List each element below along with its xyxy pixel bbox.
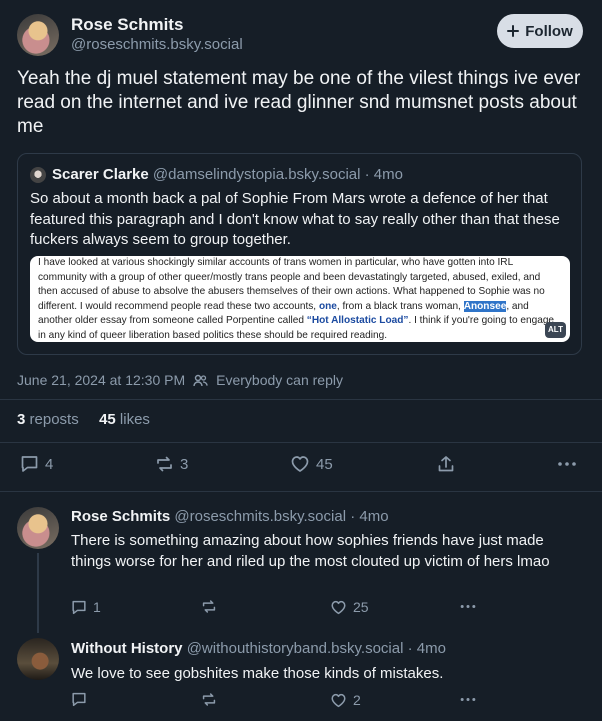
more-icon <box>558 462 576 466</box>
reply-button[interactable]: 1 <box>71 599 101 615</box>
repost-icon <box>202 600 216 613</box>
likes-label[interactable]: likes <box>120 411 150 428</box>
like-button[interactable]: 2 <box>330 692 361 708</box>
quote-image-link: “Hot Allostatic Load” <box>306 315 409 326</box>
quote-image-text: . I think if you're going to engage <box>408 315 555 326</box>
share-icon <box>438 456 454 472</box>
reply-text: We love to see gobshites make those kind… <box>71 665 444 682</box>
more-button[interactable] <box>459 599 477 614</box>
quote-author-handle: @damselindystopia.bsky.social <box>152 166 361 183</box>
like-button[interactable]: 25 <box>330 599 369 615</box>
reply-author-handle[interactable]: @roseschmits.bsky.social <box>174 508 346 525</box>
reply-time[interactable]: · 4mo <box>408 640 446 657</box>
quote-image-line: another older essay from someone called … <box>38 314 562 329</box>
quote-time: · 4mo <box>364 166 403 183</box>
repost-icon <box>157 456 172 472</box>
repost-button[interactable] <box>201 692 223 707</box>
like-count: 25 <box>353 599 369 615</box>
quote-image-line: community with a group of other queer/mo… <box>38 271 541 283</box>
people-icon <box>193 374 208 386</box>
quote-image-line: in any kind of queer liberation based po… <box>38 329 388 341</box>
plus-icon <box>507 25 520 37</box>
post-timestamp[interactable]: June 21, 2024 at 12:30 PM <box>17 372 185 388</box>
quote-image-line: I have looked at various shockingly simi… <box>38 257 514 268</box>
follow-button[interactable]: Follow <box>497 14 583 48</box>
reply-icon <box>21 456 38 472</box>
reply-author-name[interactable]: Rose Schmits <box>71 508 170 525</box>
reply-count: 1 <box>93 599 101 615</box>
reply-text: There is something amazing about how sop… <box>71 532 550 570</box>
reply-button[interactable]: 4 <box>20 455 53 473</box>
quote-image-line: different. I would recommend people read… <box>38 300 562 315</box>
heart-icon <box>331 600 346 614</box>
likes-count[interactable]: 45 <box>99 411 116 428</box>
heart-icon <box>331 693 346 707</box>
reply-button[interactable] <box>71 692 93 707</box>
reply-avatar[interactable] <box>17 638 59 680</box>
more-icon <box>460 605 476 608</box>
repost-count: 3 <box>180 455 189 473</box>
divider <box>0 399 602 400</box>
author-avatar[interactable] <box>17 14 59 56</box>
share-button[interactable] <box>437 455 455 473</box>
more-button[interactable] <box>557 455 577 473</box>
author-name[interactable]: Rose Schmits <box>71 15 183 35</box>
quote-image-link: one <box>318 300 337 312</box>
quote-author-avatar <box>30 167 46 183</box>
reply-author-handle[interactable]: @withouthistoryband.bsky.social <box>187 640 404 657</box>
reply-avatar[interactable] <box>17 507 59 549</box>
reply-count: 4 <box>45 455 54 473</box>
repost-button[interactable] <box>201 599 223 614</box>
repost-icon <box>202 693 216 706</box>
reply-author-name[interactable]: Without History <box>71 640 183 657</box>
quote-text: So about a month back a pal of Sophie Fr… <box>30 190 560 248</box>
reply-setting[interactable]: Everybody can reply <box>216 372 343 388</box>
quote-image-text: another older essay from someone called … <box>38 315 304 326</box>
post-text: Yeah the dj muel statement may be one of… <box>17 68 581 137</box>
reply-icon <box>72 692 86 707</box>
quote-image-text: , from a black trans woman, <box>336 300 461 312</box>
quote-image[interactable]: I have looked at various shockingly simi… <box>30 256 570 342</box>
reposts-count[interactable]: 3 <box>17 411 25 428</box>
more-button[interactable] <box>459 692 477 707</box>
quoted-post[interactable]: Scarer Clarke @damselindystopia.bsky.soc… <box>17 153 582 355</box>
like-button[interactable]: 45 <box>290 455 333 473</box>
reply-time[interactable]: · 4mo <box>350 508 388 525</box>
reply-icon <box>72 600 86 614</box>
like-count: 45 <box>316 455 333 473</box>
like-count: 2 <box>353 692 361 708</box>
author-handle[interactable]: @roseschmits.bsky.social <box>71 36 243 53</box>
follow-label: Follow <box>525 22 573 40</box>
repost-button[interactable]: 3 <box>155 455 188 473</box>
divider <box>0 442 602 443</box>
quote-image-link-highlight: Anonsee <box>463 300 507 312</box>
divider <box>0 491 602 492</box>
alt-badge[interactable]: ALT <box>545 321 566 338</box>
quote-image-text: , and <box>506 300 529 312</box>
quote-image-line: then accused of abuse to absolve the abu… <box>38 286 545 297</box>
thread-line <box>37 553 39 633</box>
quote-author-name: Scarer Clarke <box>52 166 149 183</box>
more-icon <box>460 698 476 701</box>
heart-icon <box>291 456 309 472</box>
quote-image-text: different. I would recommend people read… <box>38 300 317 312</box>
reposts-label[interactable]: reposts <box>30 411 79 428</box>
